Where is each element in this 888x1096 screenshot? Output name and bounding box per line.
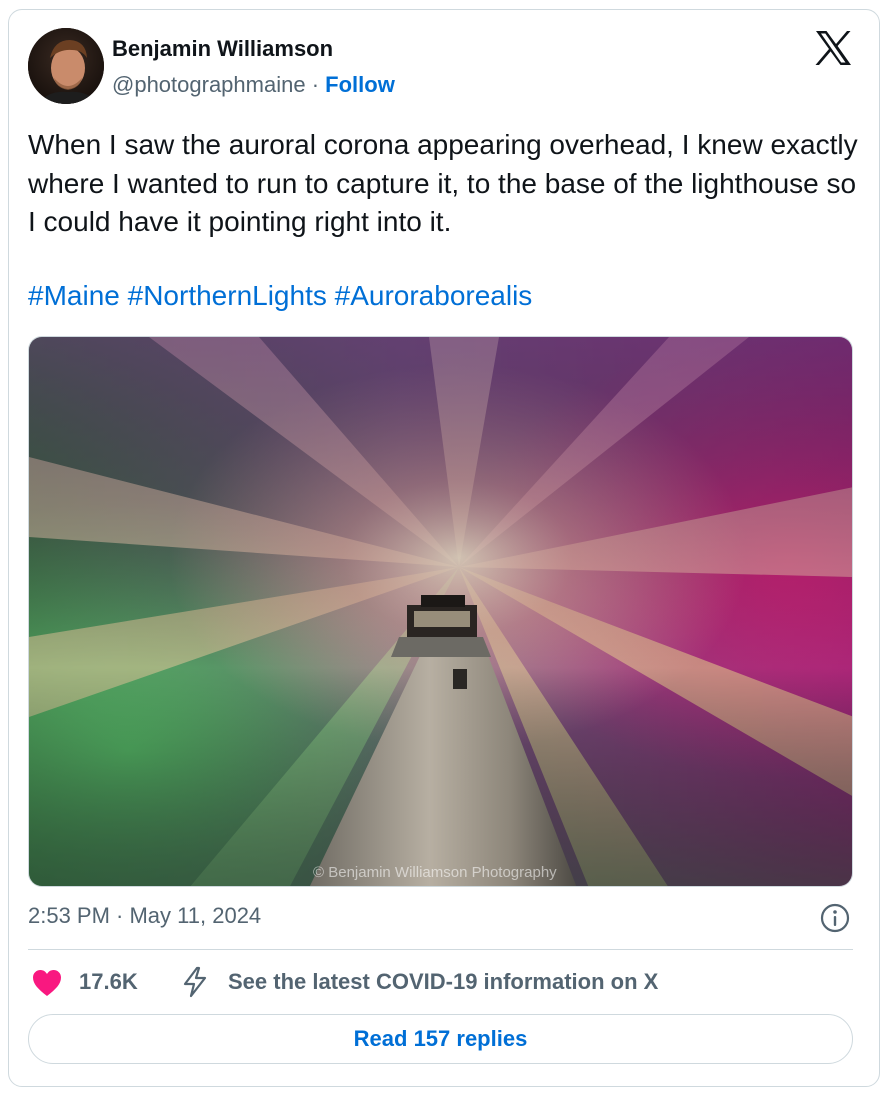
heart-icon[interactable] — [32, 969, 62, 997]
aurora-lighthouse-photo: © Benjamin Williamson Photography — [29, 337, 852, 886]
hashtag-auroraborealis[interactable]: #Auroraborealis — [335, 280, 533, 311]
tweet-body: When I saw the auroral corona appearing … — [28, 129, 858, 237]
tweet-photo[interactable]: © Benjamin Williamson Photography — [28, 336, 853, 887]
avatar[interactable] — [28, 28, 104, 104]
lightning-bolt-icon[interactable] — [180, 966, 210, 998]
watermark-text: © Benjamin Williamson Photography — [313, 864, 557, 881]
tweet-text: When I saw the auroral corona appearing … — [28, 126, 858, 242]
follow-button[interactable]: Follow — [325, 72, 395, 97]
hashtag-northernlights[interactable]: #NorthernLights — [128, 280, 327, 311]
info-icon[interactable] — [819, 902, 851, 934]
covid-info-link[interactable]: See the latest COVID-19 information on X — [228, 969, 658, 995]
divider — [28, 949, 853, 950]
author-handle-row: @photographmaine · Follow — [112, 72, 395, 98]
tweet-timestamp[interactable]: 2:53 PM · May 11, 2024 — [28, 903, 261, 929]
read-replies-button[interactable]: Read 157 replies — [28, 1014, 853, 1064]
like-count[interactable]: 17.6K — [79, 969, 138, 995]
author-handle[interactable]: @photographmaine — [112, 72, 306, 97]
hashtag-maine[interactable]: #Maine — [28, 280, 120, 311]
photo-watermark: © Benjamin Williamson Photography — [313, 864, 557, 881]
x-logo-icon[interactable] — [814, 30, 852, 66]
author-name[interactable]: Benjamin Williamson — [112, 36, 333, 62]
hashtags: #Maine #NorthernLights #Auroraborealis — [28, 280, 532, 312]
separator-dot: · — [311, 72, 320, 97]
